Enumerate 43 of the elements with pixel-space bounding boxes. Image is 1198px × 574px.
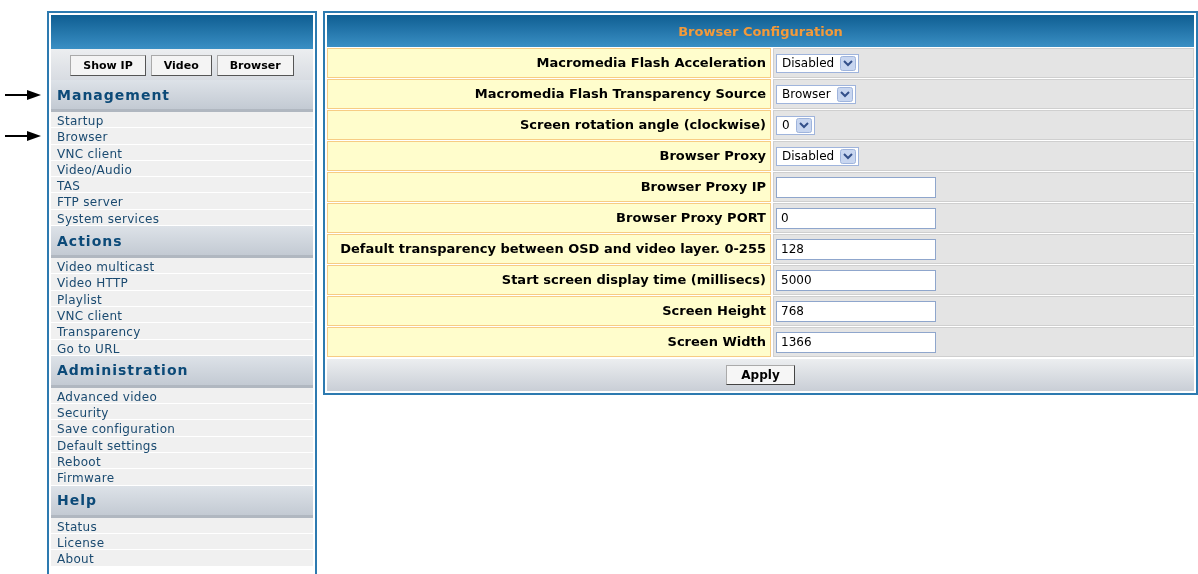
dropdown[interactable]: Disabled <box>776 146 860 166</box>
input-field[interactable]: 768 <box>776 300 936 322</box>
sidebar-link[interactable]: Status <box>57 519 98 534</box>
caret-icon <box>795 117 812 133</box>
field-label: Start screen display time (millisecs) <box>327 265 771 295</box>
section-title: Actions <box>57 232 123 249</box>
sidebar-link[interactable]: Security <box>57 406 109 421</box>
sidebar-link[interactable]: Firmware <box>57 471 115 486</box>
panel-title: Browser Configuration <box>327 15 1194 47</box>
field-label: Browser Proxy IP <box>327 172 771 202</box>
shortcut-button[interactable]: Video <box>150 55 212 76</box>
shortcut-button[interactable]: Show IP <box>70 55 146 76</box>
dropdown[interactable]: 0 <box>776 115 815 135</box>
field-label: Screen Width <box>327 327 771 357</box>
input-field[interactable] <box>776 176 936 198</box>
sidebar-link[interactable]: Playlist <box>57 292 103 307</box>
apply-button[interactable]: Apply <box>726 365 795 385</box>
field-label: Browser Proxy PORT <box>327 203 771 233</box>
sidebar-link[interactable]: License <box>57 535 105 550</box>
field-label: Default transparency between OSD and video layer. 0-255 <box>327 234 771 264</box>
dropdown[interactable]: Disabled <box>776 53 860 73</box>
dropdown[interactable]: Browser <box>776 84 856 104</box>
section-title: Management <box>57 86 171 103</box>
field-label: Screen Height <box>327 296 771 326</box>
caret-icon <box>840 55 857 71</box>
sidebar-link[interactable]: TAS <box>57 179 81 194</box>
field-label: Browser Proxy <box>327 141 771 171</box>
field-label: Macromedia Flash Transparency Source <box>327 79 771 109</box>
input-field[interactable]: 1366 <box>776 331 936 353</box>
caret-icon <box>836 86 853 102</box>
sidebar-link[interactable]: Reboot <box>57 455 101 470</box>
caret-icon <box>840 148 857 164</box>
input-field[interactable]: 0 <box>776 207 936 229</box>
shortcut-button[interactable]: Browser <box>216 55 294 76</box>
sidebar-link[interactable]: About <box>57 552 94 567</box>
sidebar-link[interactable]: Startup <box>57 114 104 128</box>
section-title: Help <box>57 492 98 509</box>
field-label: Macromedia Flash Acceleration <box>327 48 771 78</box>
input-field[interactable]: 128 <box>776 238 936 260</box>
field-label: Screen rotation angle (clockwise) <box>327 110 771 140</box>
section-title: Administration <box>57 362 189 379</box>
input-field[interactable]: 5000 <box>776 269 936 291</box>
sidebar-link[interactable]: Browser <box>57 130 108 145</box>
